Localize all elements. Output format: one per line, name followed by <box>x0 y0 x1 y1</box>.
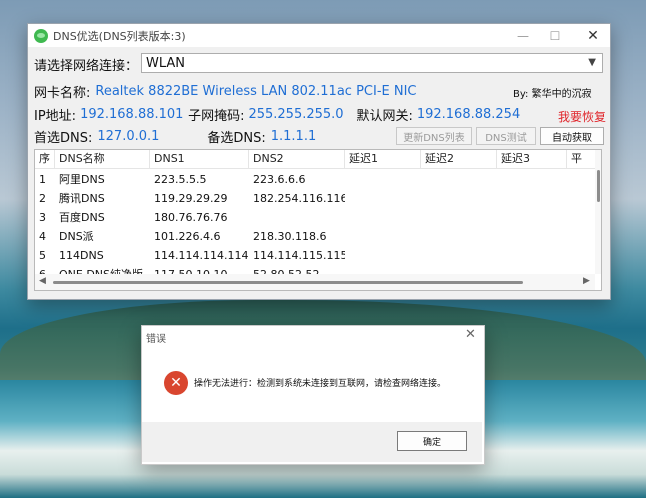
restore-link[interactable]: 我要恢复 <box>558 108 606 125</box>
table-row[interactable]: 3 百度DNS 180.76.76.76 <box>35 208 595 227</box>
ip-value: 192.168.88.101 <box>80 107 184 122</box>
col-header-latency2[interactable]: 延迟2 <box>421 150 497 168</box>
table-row[interactable]: 1 阿里DNS 223.5.5.5 223.6.6.6 <box>35 170 595 189</box>
gateway-label: 默认网关: <box>356 109 413 124</box>
mask-label: 子网掩码: <box>188 109 245 124</box>
vertical-scroll-thumb[interactable] <box>597 170 600 202</box>
horizontal-scrollbar[interactable]: ◀ ▶ <box>35 274 595 290</box>
table-row[interactable]: 4 DNS派 101.226.4.6 218.30.118.6 <box>35 227 595 246</box>
connection-row: 请选择网络连接： <box>34 55 138 74</box>
primary-dns-label: 首选DNS: <box>34 131 93 146</box>
gateway-value: 192.168.88.254 <box>416 107 521 122</box>
cell-dns2: 182.254.116.116 <box>253 192 345 205</box>
cell-dns2 <box>249 208 345 227</box>
cell-dns2: 223.6.6.6 <box>253 173 306 186</box>
col-header-dns1[interactable]: DNS1 <box>150 150 249 168</box>
error-dialog: 错误 ✕ ✕ 操作无法进行：检测到系统未连接到互联网，请检查网络连接。 确定 <box>141 325 485 465</box>
horizontal-scroll-thumb[interactable] <box>53 281 523 284</box>
nic-label: 网卡名称: <box>34 86 91 101</box>
cell-name: 阿里DNS <box>59 173 105 186</box>
cell-dns2: 114.114.115.115 <box>253 249 345 262</box>
cell-index: 1 <box>39 173 46 186</box>
cell-index: 4 <box>39 230 46 243</box>
cell-dns2: 52.80.52.52 <box>249 265 345 274</box>
table-header: 序 DNS名称 DNS1 DNS2 延迟1 延迟2 延迟3 平 <box>35 150 595 169</box>
close-button[interactable]: ✕ <box>578 24 608 47</box>
col-header-latency3[interactable]: 延迟3 <box>497 150 567 168</box>
col-header-name[interactable]: DNS名称 <box>55 150 150 168</box>
table-row[interactable]: 6 ONE DNS纯净版 117.50.10.10 52.80.52.52 <box>35 265 595 274</box>
dialog-close-icon[interactable]: ✕ <box>465 327 476 342</box>
cell-dns1: 180.76.76.76 <box>154 211 228 224</box>
scroll-left-icon[interactable]: ◀ <box>39 276 46 286</box>
connection-label: 请选择网络连接： <box>34 59 139 74</box>
app-icon <box>34 28 48 43</box>
ip-label: IP地址: <box>34 109 77 124</box>
cell-dns1: 114.114.114.114 <box>154 249 249 262</box>
mask-value: 255.255.255.0 <box>248 107 344 122</box>
cell-index: 3 <box>39 211 46 224</box>
cell-dns1: 223.5.5.5 <box>154 173 207 186</box>
connection-value: WLAN <box>146 55 186 71</box>
ip-row: IP地址: 192.168.88.101 子网掩码: 255.255.255.0… <box>34 105 520 124</box>
update-dns-list-button[interactable]: 更新DNS列表 <box>396 127 472 145</box>
main-window: DNS优选(DNS列表版本:3) — ☐ ✕ 请选择网络连接： WLAN ▼ 网… <box>27 23 611 300</box>
cell-name: 百度DNS <box>59 211 105 224</box>
cell-dns1: 119.29.29.29 <box>154 192 228 205</box>
cell-name: 腾讯DNS <box>59 192 105 205</box>
dialog-message: 操作无法进行：检测到系统未连接到互联网，请检查网络连接。 <box>194 379 447 389</box>
title-bar[interactable]: DNS优选(DNS列表版本:3) — ☐ ✕ <box>28 24 610 47</box>
dns-test-button[interactable]: DNS测试 <box>476 127 536 145</box>
maximize-button[interactable]: ☐ <box>540 24 570 47</box>
secondary-dns-value: 1.1.1.1 <box>270 129 317 144</box>
author-credit: By: 繁华中的沉寂 <box>513 89 592 100</box>
dialog-footer: 确定 <box>142 422 482 462</box>
error-icon: ✕ <box>164 371 188 395</box>
dialog-title: 错误 <box>146 334 166 345</box>
col-header-avg[interactable]: 平 <box>567 150 595 168</box>
chevron-down-icon: ▼ <box>588 57 596 68</box>
cell-index: 2 <box>39 192 46 205</box>
cell-dns2: 218.30.118.6 <box>253 230 327 243</box>
vertical-scrollbar[interactable] <box>595 150 601 274</box>
col-header-index[interactable]: 序 <box>35 150 55 168</box>
primary-dns-value: 127.0.0.1 <box>97 129 160 144</box>
secondary-dns-label: 备选DNS: <box>207 131 266 146</box>
table-row[interactable]: 2 腾讯DNS 119.29.29.29 182.254.116.116 <box>35 189 595 208</box>
cell-index: 5 <box>39 249 46 262</box>
ok-button[interactable]: 确定 <box>397 431 467 451</box>
col-header-latency1[interactable]: 延迟1 <box>345 150 421 168</box>
col-header-dns2[interactable]: DNS2 <box>249 150 345 168</box>
dns-row: 首选DNS: 127.0.0.1 备选DNS: 1.1.1.1 <box>34 127 316 146</box>
cell-index: 6 <box>35 265 55 274</box>
nic-row: 网卡名称: Realtek 8822BE Wireless LAN 802.11… <box>34 82 417 101</box>
nic-value: Realtek 8822BE Wireless LAN 802.11ac PCI… <box>95 84 417 99</box>
cell-name: DNS派 <box>59 230 94 243</box>
connection-select[interactable]: WLAN ▼ <box>141 53 603 73</box>
cell-dns1: 117.50.10.10 <box>150 265 249 274</box>
window-title: DNS优选(DNS列表版本:3) <box>53 29 186 43</box>
table-row[interactable]: 5 114DNS 114.114.114.114 114.114.115.115 <box>35 246 595 265</box>
auto-get-button[interactable]: 自动获取 <box>540 127 604 145</box>
dns-table[interactable]: 序 DNS名称 DNS1 DNS2 延迟1 延迟2 延迟3 平 1 阿里DNS … <box>34 149 602 291</box>
cell-name: ONE DNS纯净版 <box>55 265 150 274</box>
cell-dns1: 101.226.4.6 <box>154 230 221 243</box>
scroll-right-icon[interactable]: ▶ <box>583 276 590 286</box>
minimize-button[interactable]: — <box>508 24 538 47</box>
cell-name: 114DNS <box>59 249 104 262</box>
